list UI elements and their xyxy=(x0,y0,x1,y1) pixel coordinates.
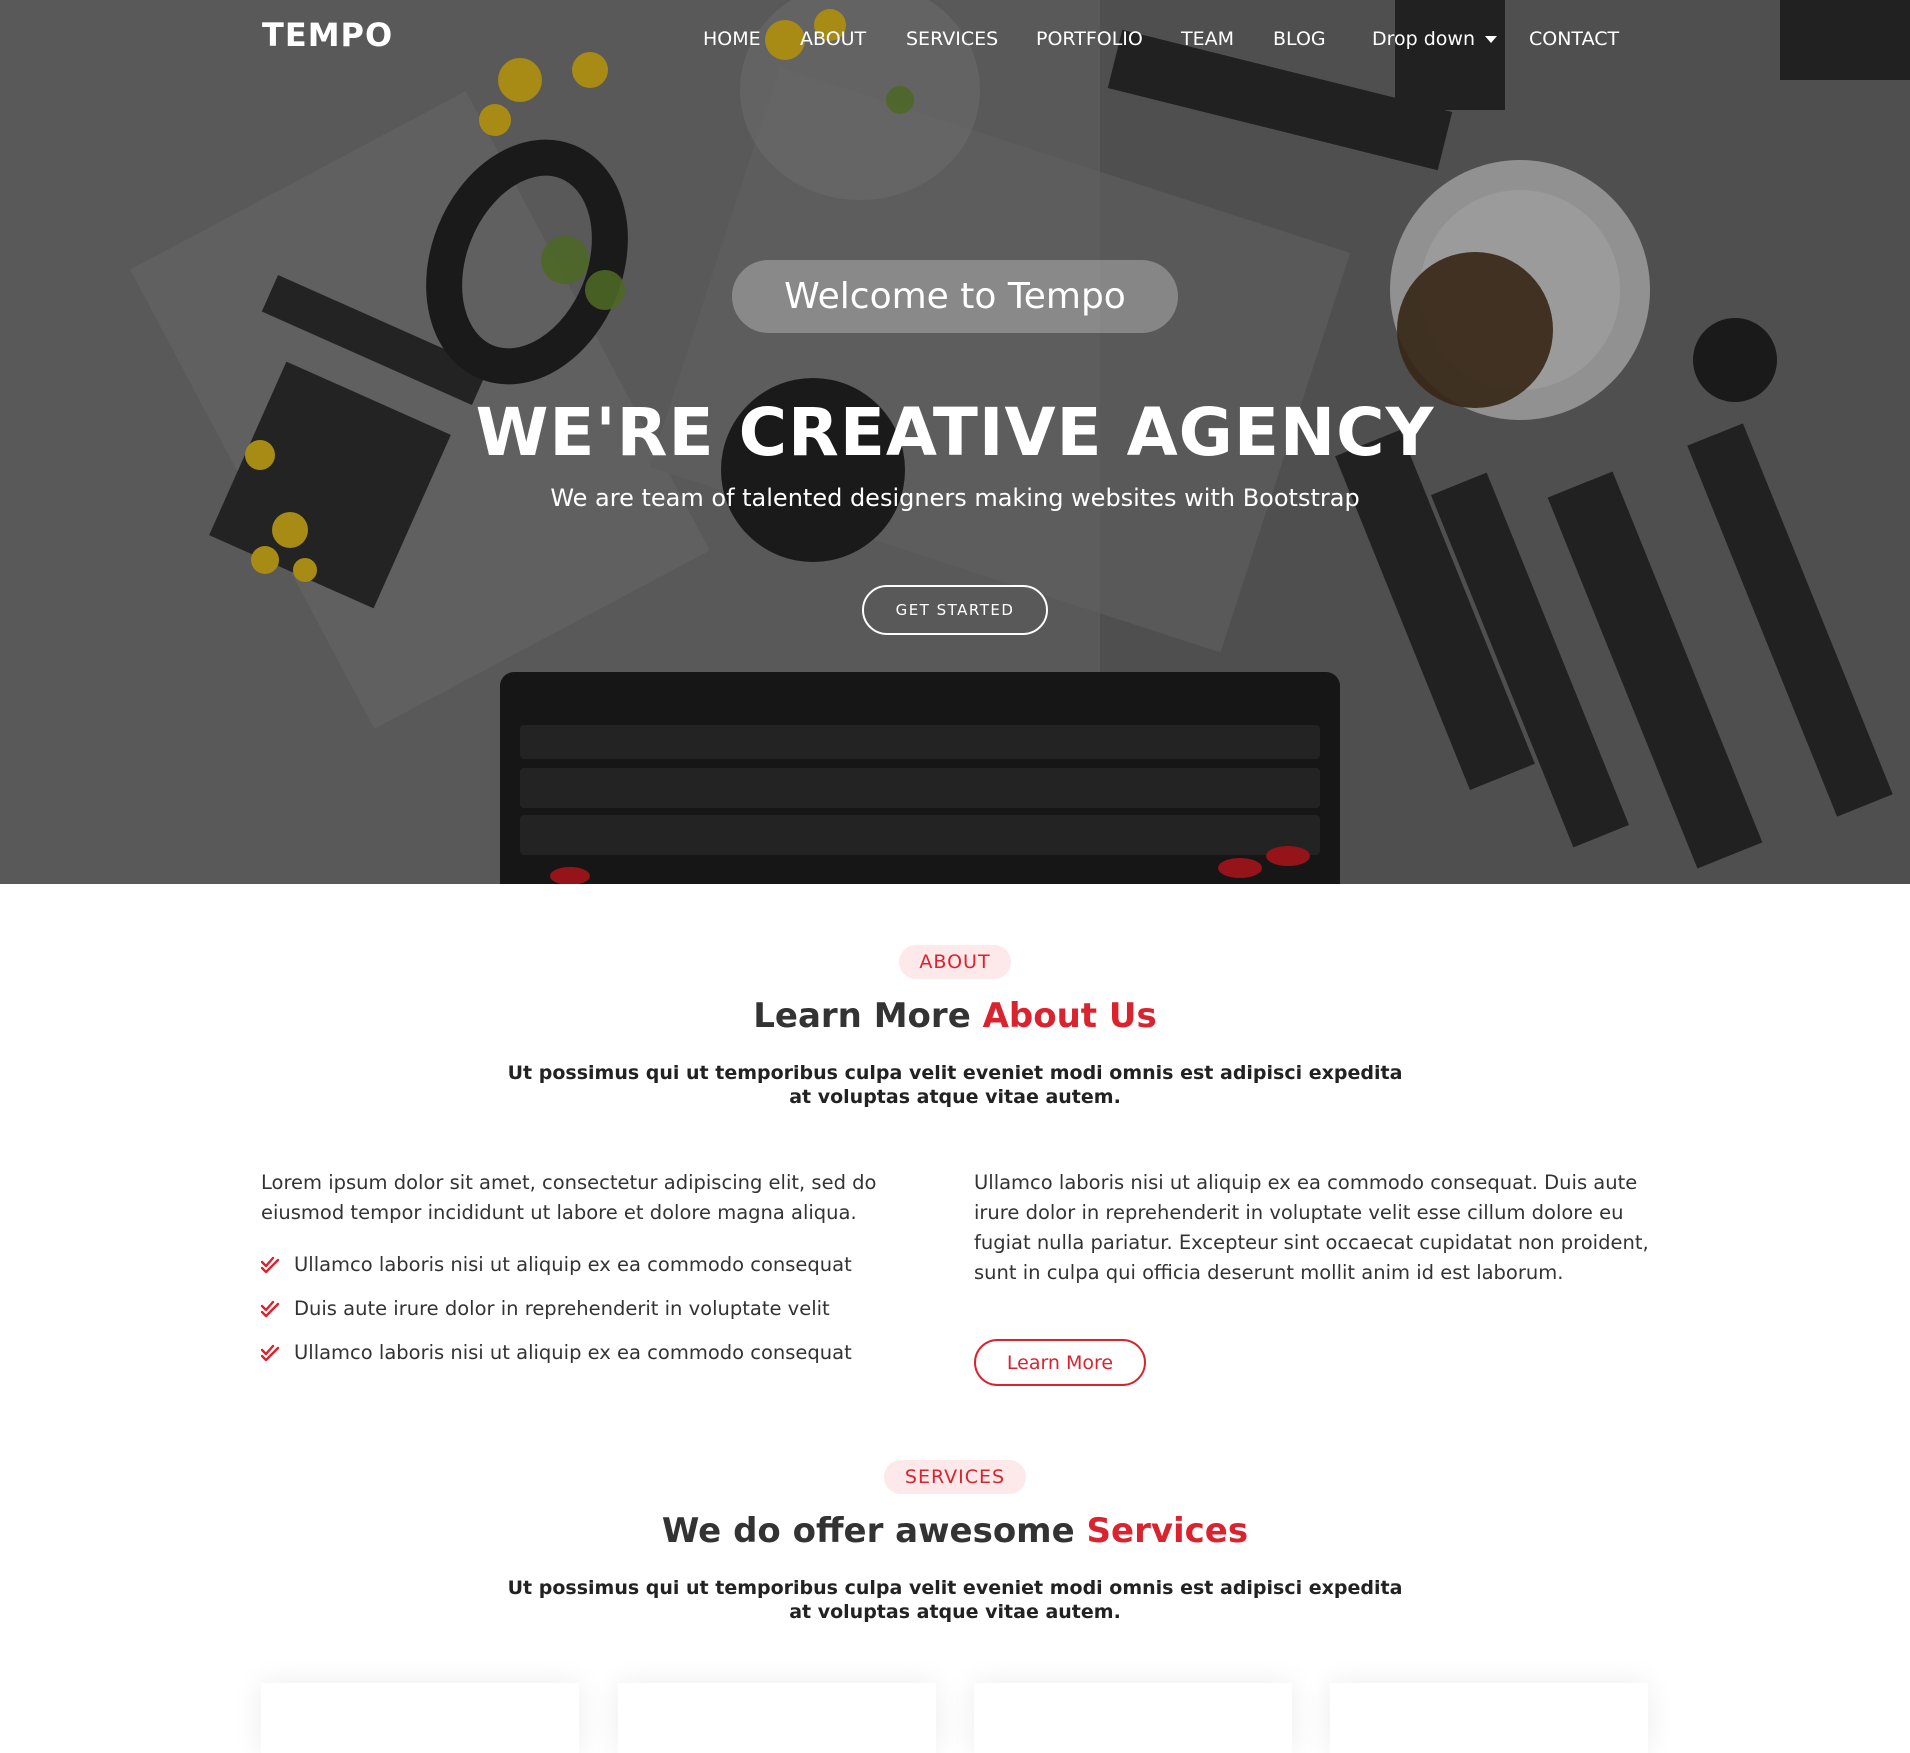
services-title-accent: Services xyxy=(1086,1511,1249,1551)
top-navbar: TEMPO HOME ABOUT SERVICES PORTFOLIO TEAM… xyxy=(0,0,1910,84)
about-left-paragraph: Lorem ipsum dolor sit amet, consectetur … xyxy=(261,1171,877,1224)
services-lead: Ut possimus qui ut temporibus culpa veli… xyxy=(507,1577,1403,1623)
caret-down-icon xyxy=(1485,36,1498,43)
about-title: Learn More About Us xyxy=(0,996,1910,1036)
nav-dropdown-label: Drop down xyxy=(1372,28,1476,50)
get-started-button[interactable]: GET STARTED xyxy=(862,585,1048,635)
nav-services[interactable]: SERVICES xyxy=(906,28,998,50)
services-title: We do offer awesome Services xyxy=(0,1511,1910,1551)
nav-contact[interactable]: CONTACT xyxy=(1529,28,1619,50)
learn-more-button[interactable]: Learn More xyxy=(974,1339,1146,1386)
hero-subtitle: We are team of talented designers making… xyxy=(550,484,1360,512)
hero-section: TEMPO HOME ABOUT SERVICES PORTFOLIO TEAM… xyxy=(0,0,1910,884)
list-item: Duis aute irure dolor in reprehenderit i… xyxy=(261,1294,901,1324)
nav-dropdown[interactable]: Drop down xyxy=(1372,28,1498,50)
nav-home[interactable]: HOME xyxy=(703,28,761,50)
service-card[interactable] xyxy=(1330,1683,1648,1753)
services-badge: SERVICES xyxy=(884,1460,1026,1494)
list-item: Ullamco laboris nisi ut aliquip ex ea co… xyxy=(261,1338,901,1368)
hero-title: WE'RE CREATIVE AGENCY xyxy=(475,394,1435,471)
service-card[interactable] xyxy=(974,1683,1292,1753)
double-check-icon xyxy=(261,1344,280,1362)
welcome-pill: Welcome to Tempo xyxy=(732,260,1178,333)
about-right-paragraph: Ullamco laboris nisi ut aliquip ex ea co… xyxy=(974,1171,1649,1284)
about-title-plain: Learn More xyxy=(753,996,983,1036)
list-item-text: Duis aute irure dolor in reprehenderit i… xyxy=(294,1297,830,1320)
list-item-text: Ullamco laboris nisi ut aliquip ex ea co… xyxy=(294,1253,852,1276)
services-title-plain: We do offer awesome xyxy=(661,1511,1087,1551)
double-check-icon xyxy=(261,1300,280,1318)
double-check-icon xyxy=(261,1256,280,1274)
list-item: Ullamco laboris nisi ut aliquip ex ea co… xyxy=(261,1250,901,1280)
about-title-accent: About Us xyxy=(982,996,1157,1036)
nav-about[interactable]: ABOUT xyxy=(800,28,866,50)
about-check-list: Ullamco laboris nisi ut aliquip ex ea co… xyxy=(261,1250,901,1368)
nav-team[interactable]: TEAM xyxy=(1181,28,1234,50)
list-item-text: Ullamco laboris nisi ut aliquip ex ea co… xyxy=(294,1341,852,1364)
service-card[interactable] xyxy=(261,1683,579,1753)
nav-portfolio[interactable]: PORTFOLIO xyxy=(1036,28,1143,50)
about-right-column: Ullamco laboris nisi ut aliquip ex ea co… xyxy=(974,1168,1660,1288)
about-left-column: Lorem ipsum dolor sit amet, consectetur … xyxy=(261,1168,901,1382)
nav-blog[interactable]: BLOG xyxy=(1273,28,1326,50)
about-badge: ABOUT xyxy=(899,945,1011,979)
about-lead: Ut possimus qui ut temporibus culpa veli… xyxy=(507,1062,1403,1108)
brand-logo[interactable]: TEMPO xyxy=(262,16,393,54)
service-card[interactable] xyxy=(618,1683,936,1753)
